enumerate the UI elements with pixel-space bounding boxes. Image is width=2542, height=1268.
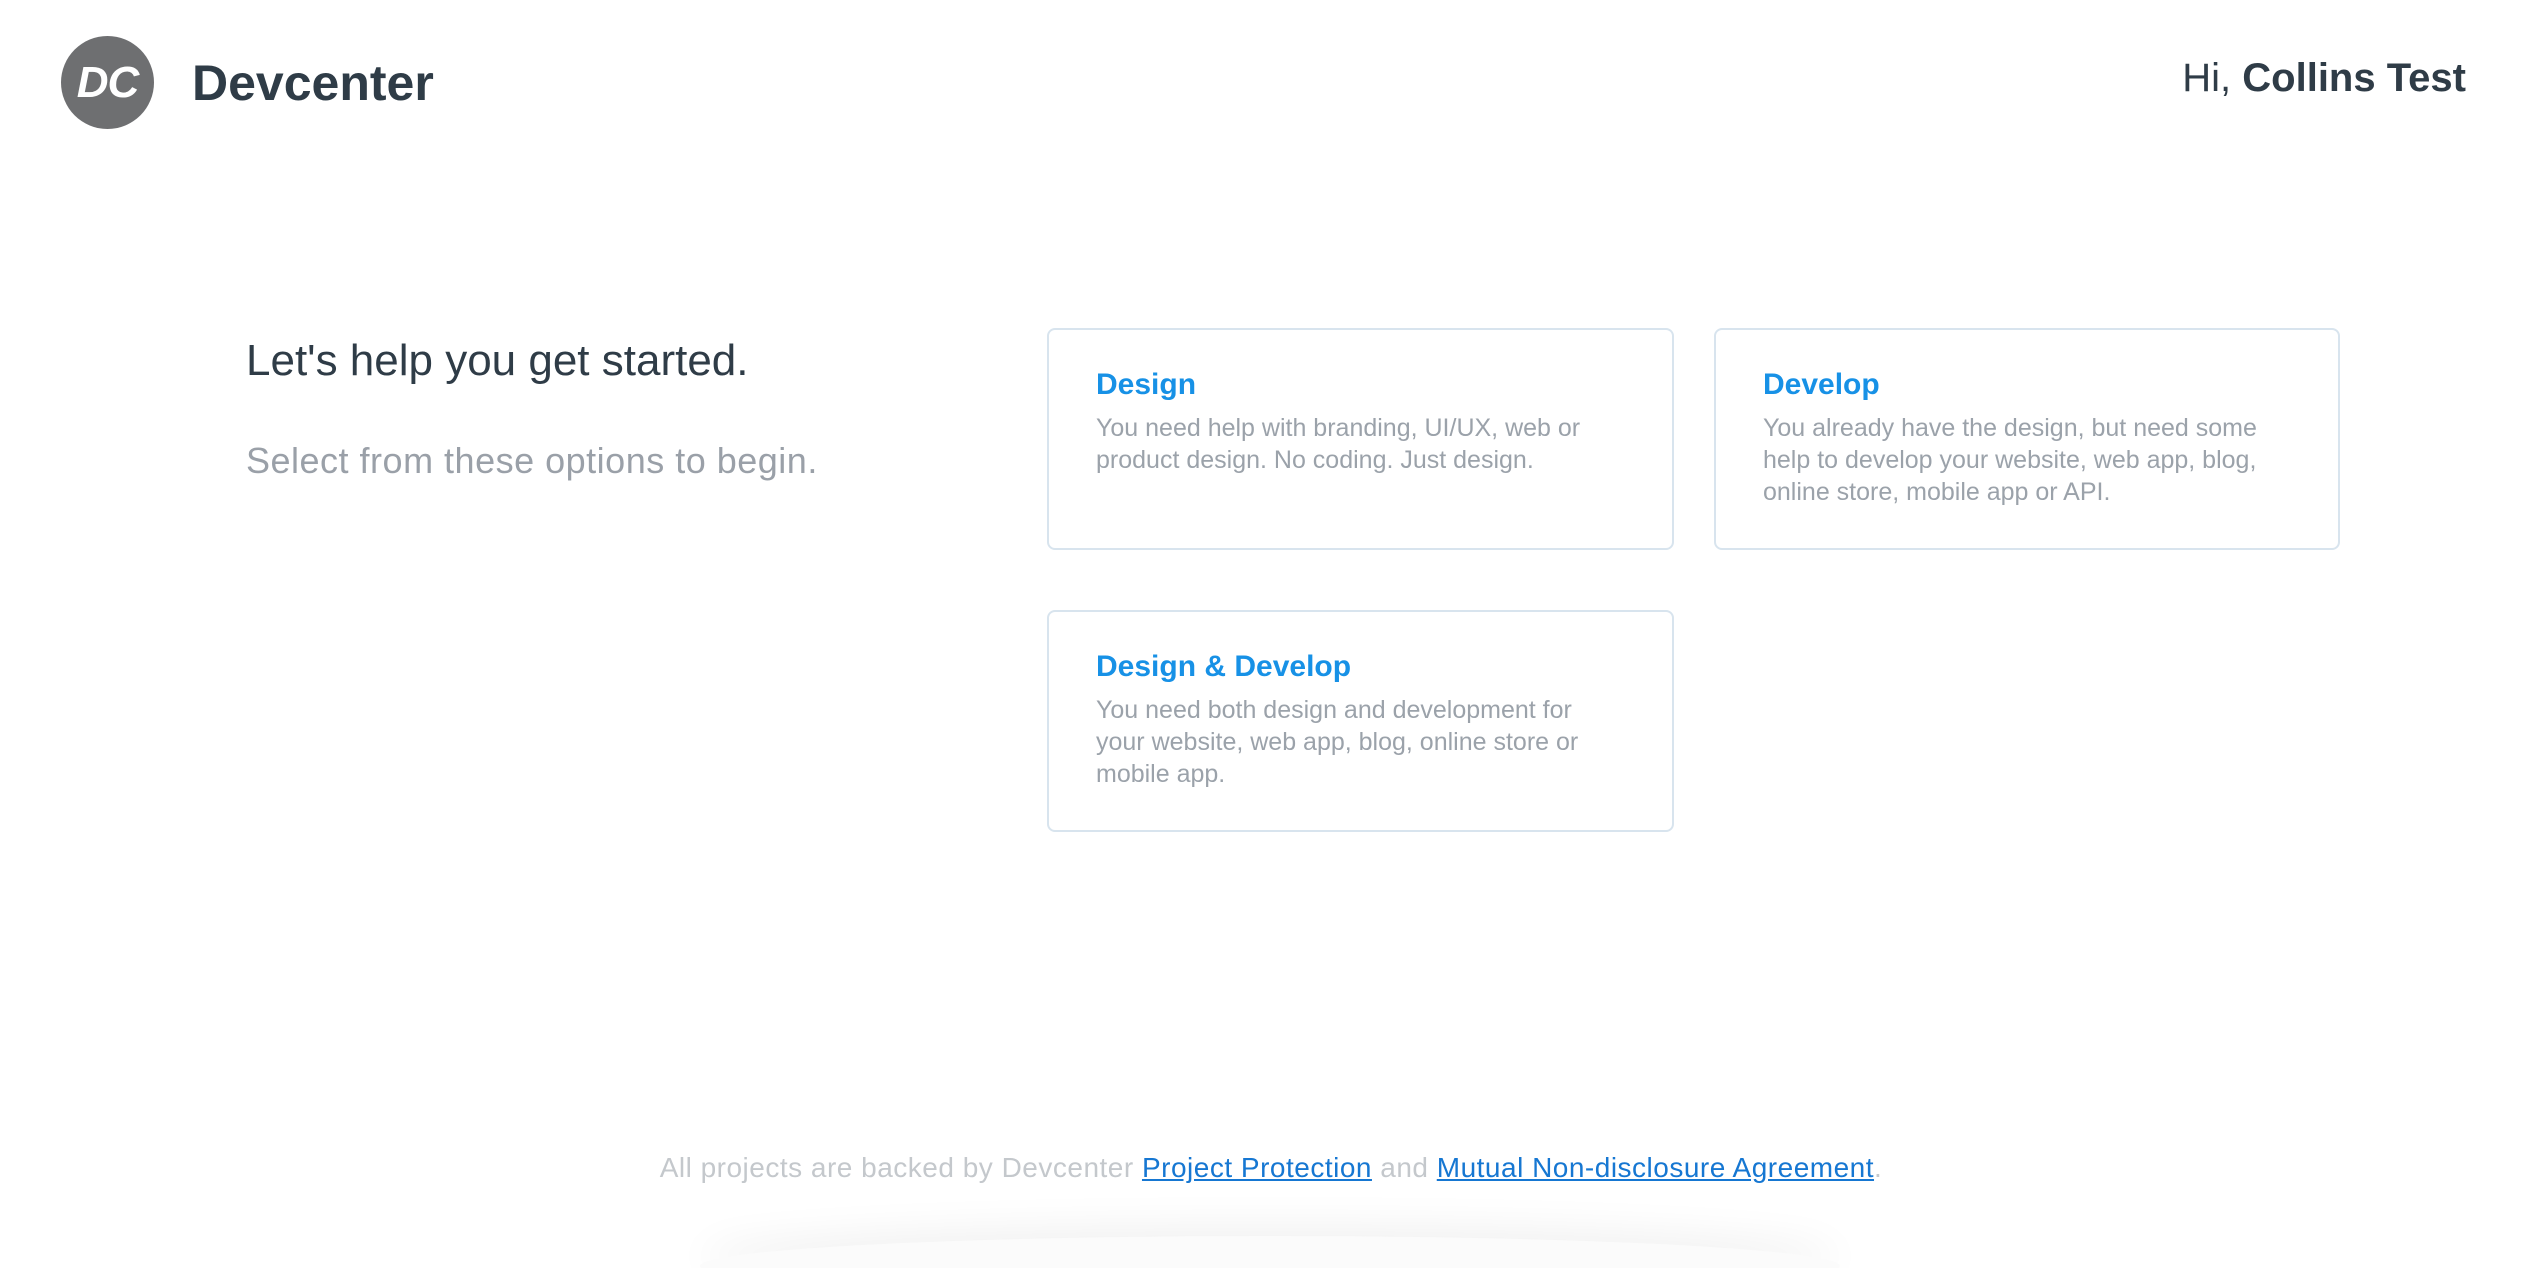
logo-text: DC bbox=[76, 57, 140, 107]
project-protection-link[interactable]: Project Protection bbox=[1142, 1152, 1372, 1183]
footer-text-end: . bbox=[1874, 1152, 1883, 1183]
option-title: Design & Develop bbox=[1096, 650, 1352, 683]
user-name: Collins Test bbox=[2242, 56, 2466, 100]
page: DC Devcenter Hi, Collins Test Let's help… bbox=[0, 0, 2542, 1268]
footer-text-before: All projects are backed by Devcenter bbox=[659, 1152, 1134, 1183]
brand-name: Devcenter bbox=[192, 54, 434, 111]
option-card-design[interactable]: Design You need help with branding, UI/U… bbox=[1047, 328, 1674, 550]
option-description: You need both design and development for… bbox=[1096, 696, 1579, 788]
footer-note: All projects are backed by Devcenter Pro… bbox=[0, 1152, 2542, 1184]
greeting-prefix: Hi, bbox=[2182, 56, 2232, 100]
option-description: You need help with branding, UI/UX, web … bbox=[1096, 414, 1581, 474]
brand-logo-link[interactable]: DC Devcenter bbox=[61, 36, 434, 129]
option-card-design-develop[interactable]: Design & Develop You need both design an… bbox=[1047, 610, 1674, 832]
page-subtitle: Select from these options to begin. bbox=[246, 440, 818, 481]
bottom-panel-edge bbox=[700, 1236, 1840, 1268]
option-title: Develop bbox=[1763, 368, 1880, 401]
user-greeting[interactable]: Hi, Collins Test bbox=[2182, 56, 2466, 101]
option-card-develop[interactable]: Develop You already have the design, but… bbox=[1714, 328, 2340, 550]
footer-text-and: and bbox=[1380, 1152, 1429, 1183]
option-title: Design bbox=[1096, 368, 1197, 401]
logo-badge: DC bbox=[61, 36, 154, 129]
option-description: You already have the design, but need so… bbox=[1763, 414, 2257, 506]
page-title: Let's help you get started. bbox=[246, 336, 749, 385]
nda-link[interactable]: Mutual Non-disclosure Agreement bbox=[1437, 1152, 1874, 1183]
